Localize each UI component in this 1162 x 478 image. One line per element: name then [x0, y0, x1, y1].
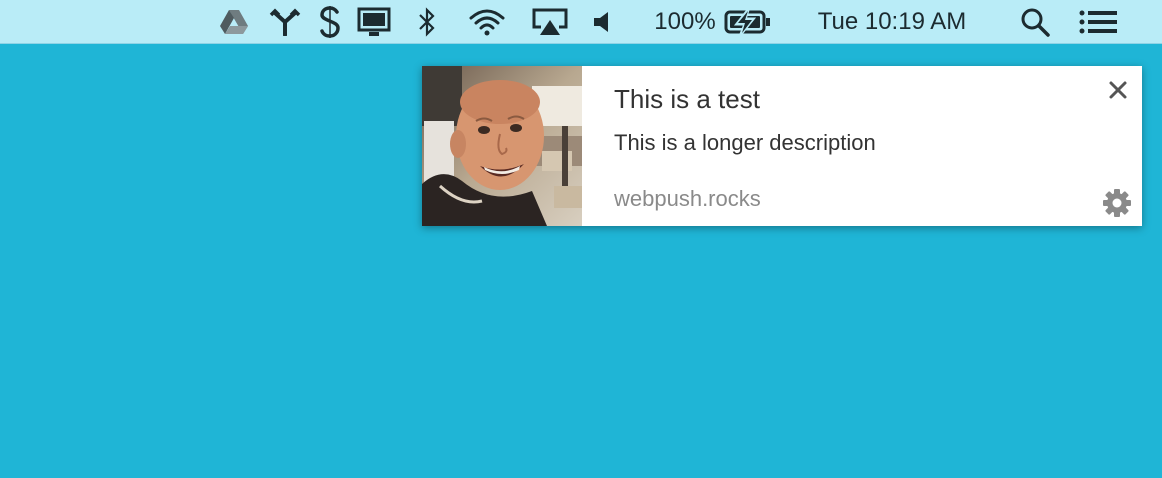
notification-title: This is a test	[614, 84, 760, 114]
battery-charging-icon[interactable]	[722, 0, 772, 44]
fork-icon[interactable]	[268, 0, 302, 44]
google-drive-icon[interactable]	[218, 0, 250, 44]
battery-percent: 100%	[652, 0, 718, 44]
clock-label: Tue 10:19 AM	[817, 8, 967, 35]
wifi-icon[interactable]	[468, 0, 506, 44]
list-icon[interactable]	[1078, 0, 1118, 44]
airplay-icon[interactable]	[530, 0, 570, 44]
search-icon[interactable]	[1018, 0, 1052, 44]
close-icon[interactable]	[1106, 78, 1130, 102]
bluetooth-icon[interactable]	[414, 0, 440, 44]
s-app-icon[interactable]	[316, 0, 344, 44]
notification[interactable]: This is a test This is a longer descript…	[422, 66, 1142, 226]
menubar-clock[interactable]: Tue 10:19 AM	[804, 0, 980, 44]
menu-bar: 100% Tue 10:19 AM	[0, 0, 1162, 44]
display-icon[interactable]	[356, 0, 392, 44]
notification-origin: webpush.rocks	[614, 186, 761, 211]
volume-icon[interactable]	[590, 0, 612, 44]
gear-icon[interactable]	[1102, 188, 1132, 218]
notification-body: This is a longer description	[614, 130, 876, 155]
battery-percent-label: 100%	[654, 8, 716, 35]
notification-image	[422, 66, 582, 226]
avatar-photo	[422, 66, 582, 226]
